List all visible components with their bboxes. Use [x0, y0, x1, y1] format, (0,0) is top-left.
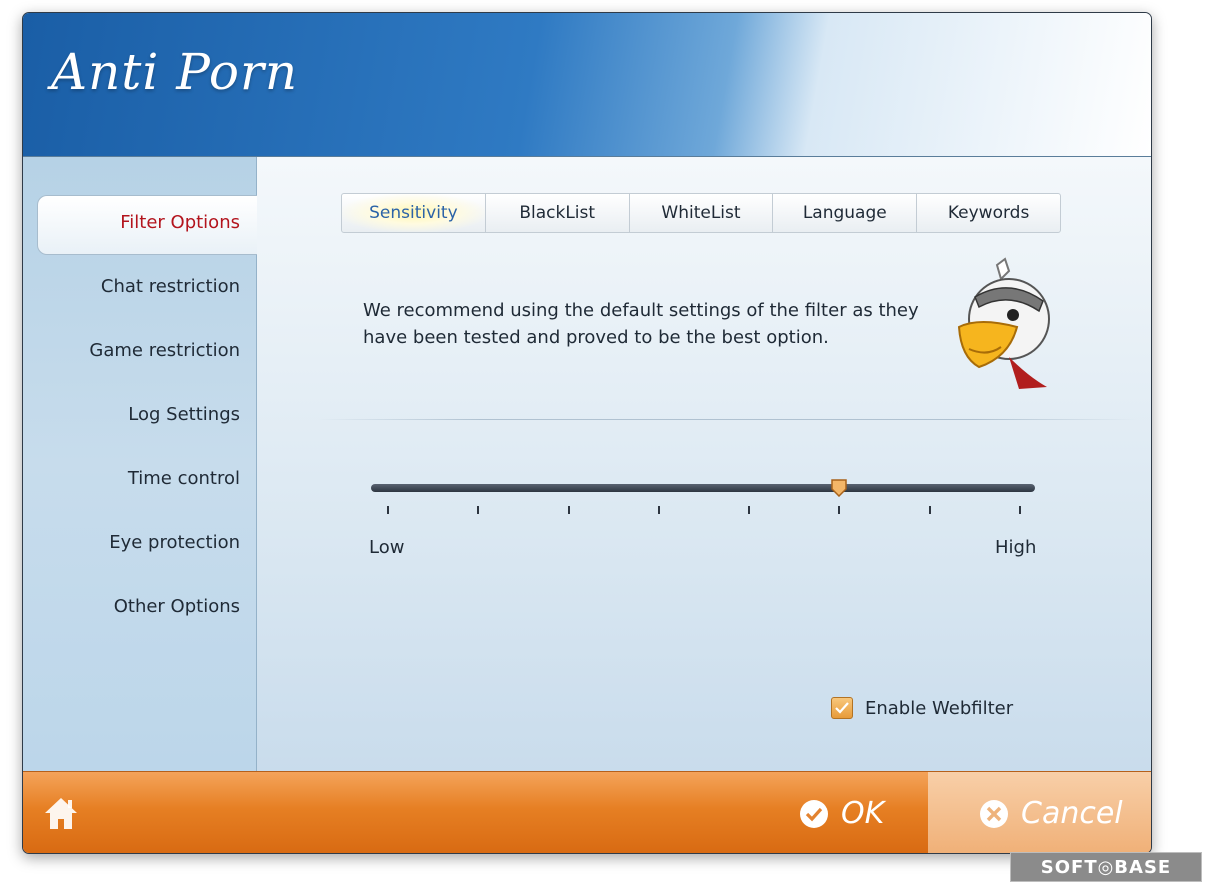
slider-min-label: Low: [369, 537, 405, 558]
footer-bar: OK Cancel: [23, 771, 1151, 853]
sidebar-item-filter-options[interactable]: Filter Options: [120, 212, 240, 233]
slider-max-label: High: [995, 537, 1037, 558]
checkmark-icon: [835, 702, 849, 714]
sensitivity-slider-thumb[interactable]: [831, 479, 848, 497]
slider-tick: [748, 506, 751, 514]
tab-whitelist[interactable]: WhiteList: [630, 194, 774, 232]
sidebar: Filter Options Chat restriction Game res…: [23, 157, 258, 771]
slider-tick: [838, 506, 841, 514]
slider-tick: [567, 506, 570, 514]
sidebar-item-eye-protection[interactable]: Eye protection: [109, 532, 240, 553]
divider: [317, 419, 1137, 420]
tab-bar: Sensitivity BlackList WhiteList Language…: [341, 193, 1061, 233]
tab-keywords[interactable]: Keywords: [917, 194, 1060, 232]
app-title: Anti Porn: [51, 43, 299, 101]
app-window: Anti Porn Filter Options Chat restrictio…: [22, 12, 1152, 854]
sidebar-item-chat-restriction[interactable]: Chat restriction: [101, 276, 240, 297]
x-circle-icon: [980, 799, 1008, 828]
sidebar-item-time-control[interactable]: Time control: [128, 468, 240, 489]
softobase-watermark: SOFT◎BASE: [1010, 852, 1202, 882]
check-circle-icon: [800, 799, 828, 828]
main-panel: Sensitivity BlackList WhiteList Language…: [257, 157, 1151, 771]
tab-language[interactable]: Language: [773, 194, 918, 232]
sidebar-item-game-restriction[interactable]: Game restriction: [89, 340, 240, 361]
home-icon[interactable]: [41, 793, 81, 833]
enable-webfilter-label: Enable Webfilter: [865, 697, 1014, 719]
slider-tick: [928, 506, 931, 514]
header-banner: Anti Porn: [23, 13, 1151, 157]
tab-sensitivity[interactable]: Sensitivity: [342, 194, 486, 232]
cancel-button[interactable]: Cancel: [979, 796, 1123, 831]
slider-tick: [477, 506, 480, 514]
slider-tick: [387, 506, 389, 514]
sidebar-item-log-settings[interactable]: Log Settings: [128, 404, 240, 425]
sidebar-item-other-options[interactable]: Other Options: [114, 596, 240, 617]
slider-tick: [1019, 506, 1021, 514]
sensitivity-description: We recommend using the default settings …: [363, 300, 919, 348]
eagle-mascot-icon: [957, 257, 1050, 389]
cancel-label: Cancel: [1021, 796, 1123, 831]
enable-webfilter-checkbox[interactable]: Enable Webfilter: [831, 697, 1013, 719]
ok-button[interactable]: OK: [799, 796, 884, 831]
checkbox-box[interactable]: [831, 697, 853, 719]
ok-label: OK: [841, 796, 885, 831]
slider-tick: [657, 506, 660, 514]
sensitivity-slider-track[interactable]: [371, 484, 1035, 492]
tab-blacklist[interactable]: BlackList: [486, 194, 630, 232]
